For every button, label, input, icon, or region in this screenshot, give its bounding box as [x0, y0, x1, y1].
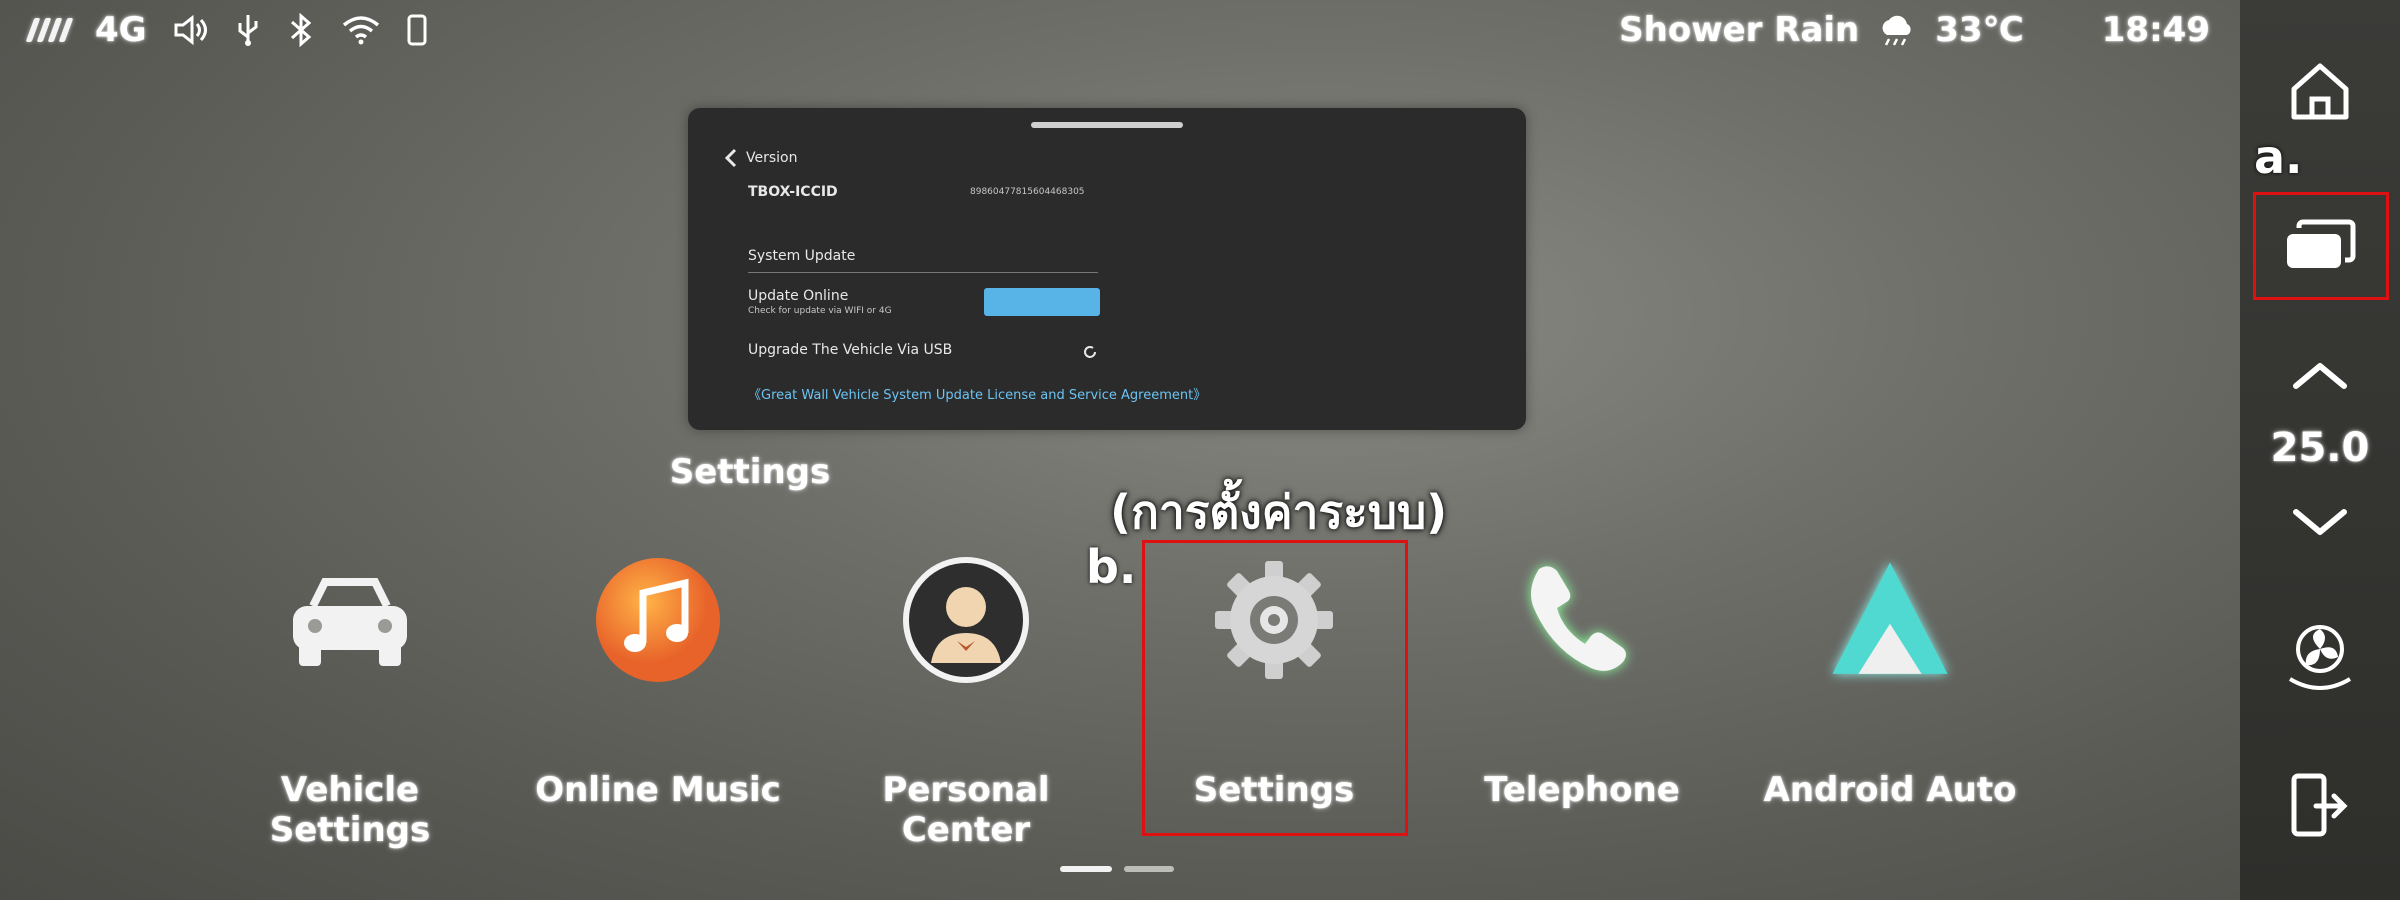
fan-button[interactable]: [2280, 615, 2360, 695]
fan-icon: [2288, 625, 2352, 690]
app-telephone[interactable]: Telephone: [1432, 555, 1732, 835]
bluetooth-icon: [290, 13, 311, 47]
app-label: Vehicle Settings: [269, 770, 431, 850]
chevron-up-icon: [2293, 363, 2347, 389]
exit-button[interactable]: [2280, 765, 2360, 845]
app-label: Settings: [1193, 770, 1355, 810]
tbox-label: TBOX-ICCID: [748, 184, 838, 200]
back-label: Version: [746, 150, 798, 166]
check-update-button[interactable]: [984, 288, 1100, 316]
usb-upgrade-label[interactable]: Upgrade The Vehicle Via USB: [748, 342, 952, 358]
person-icon: [901, 555, 1031, 685]
app-label: Telephone: [1484, 770, 1680, 810]
app-vehicle-settings[interactable]: Vehicle Settings: [200, 555, 500, 850]
weather-cloud-icon: [1882, 15, 1911, 46]
app-label: Android Auto: [1763, 770, 2017, 810]
weather-text: Shower Rain: [1619, 10, 1860, 50]
app-label: Online Music: [535, 770, 781, 810]
update-online-desc: Check for update via WIFI or 4G: [748, 306, 892, 316]
gear-icon: [1209, 555, 1339, 685]
usb-icon: [238, 15, 258, 46]
update-online-title: Update Online: [748, 288, 849, 304]
exit-icon: [2291, 773, 2348, 837]
chevron-down-icon: [2293, 508, 2347, 535]
highlight-box-a: [2253, 192, 2389, 300]
android-auto-icon: [1825, 555, 1955, 685]
marker-a: a.: [2254, 130, 2303, 184]
home-icon: [2291, 63, 2349, 120]
home-button[interactable]: [2280, 52, 2360, 132]
page-indicator-active[interactable]: [1060, 866, 1112, 872]
network-type: 4G: [95, 10, 147, 50]
app-android-auto[interactable]: Android Auto: [1740, 555, 2040, 835]
temperature-up-button[interactable]: [2280, 345, 2360, 405]
app-settings[interactable]: Settings: [1124, 555, 1424, 835]
wifi-icon: [342, 16, 379, 45]
phone-handset-icon: [1517, 555, 1647, 685]
app-online-music[interactable]: Online Music: [508, 555, 808, 835]
app-label: Personal Center: [882, 770, 1050, 850]
page-indicator[interactable]: [1124, 866, 1174, 872]
refresh-icon[interactable]: [1082, 344, 1098, 360]
phone-icon: [407, 14, 427, 46]
tbox-value: 89860477815604468305: [970, 187, 1085, 197]
temperature: 33℃: [1935, 10, 2024, 50]
back-arrow-icon[interactable]: [724, 148, 738, 168]
car-icon: [285, 555, 415, 685]
settings-preview-card[interactable]: Version TBOX-ICCID 89860477815604468305 …: [688, 108, 1526, 430]
signal-icon: [25, 18, 74, 42]
section-title: System Update: [748, 248, 856, 264]
status-bar: 4G Shower Rain 33℃ 18:49: [0, 0, 2240, 60]
drag-handle[interactable]: [1031, 122, 1183, 128]
thai-caption: (การตั้งค่าระบบ): [1110, 485, 1448, 539]
agreement-link[interactable]: 《Great Wall Vehicle System Update Licens…: [748, 384, 1206, 403]
divider: [748, 272, 1098, 273]
volume-icon: [174, 14, 207, 46]
temperature-down-button[interactable]: [2280, 495, 2360, 550]
app-personal-center[interactable]: Personal Center: [816, 555, 1116, 850]
music-note-icon: [593, 555, 723, 685]
preview-label: Settings: [669, 452, 831, 492]
climate-temperature-value: 25.0: [2270, 425, 2370, 471]
clock: 18:49: [2101, 10, 2210, 50]
